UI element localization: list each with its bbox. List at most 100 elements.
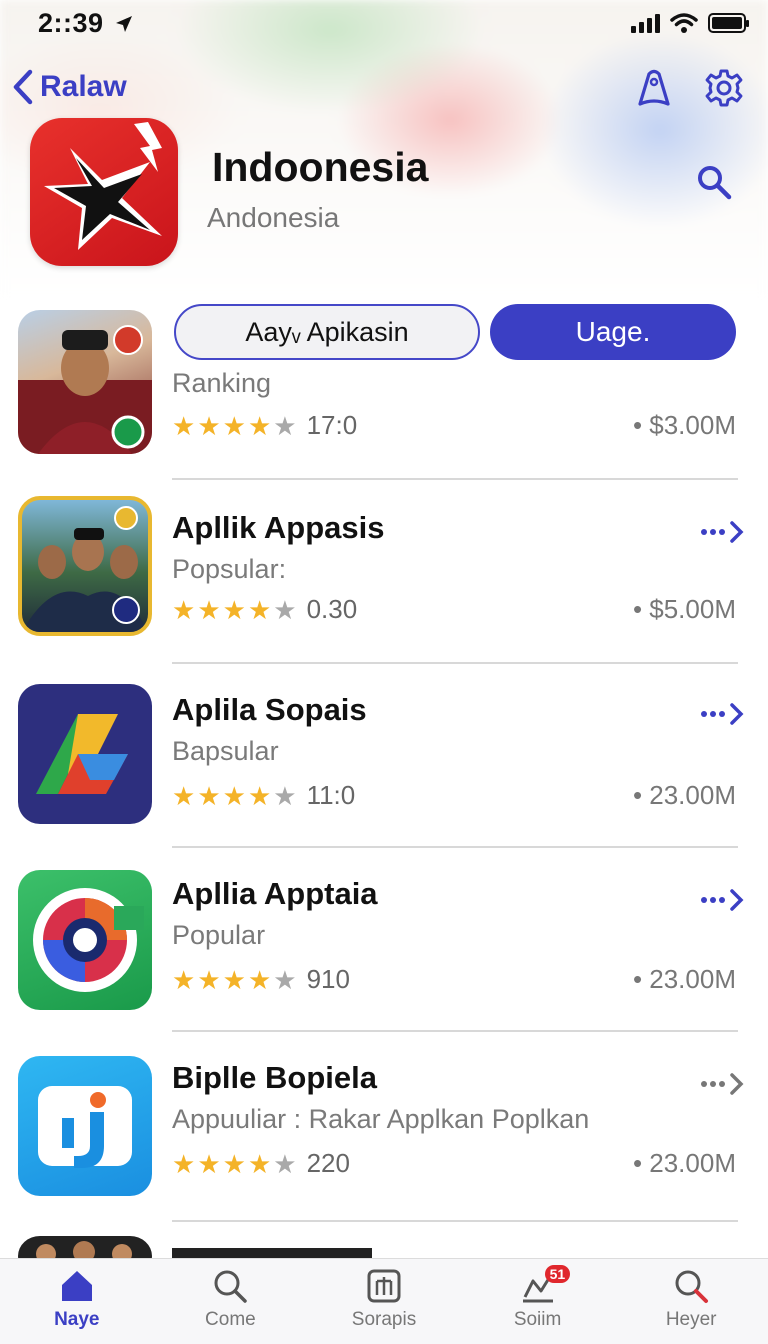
app-size: • 23.00M <box>632 1148 736 1178</box>
page-title: Indoonesia <box>212 144 429 190</box>
people-photo-icon <box>22 506 148 632</box>
app-icon[interactable] <box>18 870 152 1010</box>
tab-label: Soiim <box>513 1309 562 1330</box>
star-icon: ★ <box>222 594 246 625</box>
app-rating: ★ ★ ★ ★ ★ 11:0 <box>172 780 355 811</box>
account-button[interactable] <box>632 66 676 110</box>
star-icon: ★ <box>172 410 196 441</box>
app-rating: ★ ★ ★ ★ ★ 220 <box>172 1148 350 1179</box>
app-name: Apllia Apptaia <box>172 876 378 911</box>
chevron-right-icon <box>730 889 744 911</box>
app-size: • 23.00M <box>632 964 736 994</box>
notification-badge: 51 <box>544 1265 571 1283</box>
star-icon: ★ <box>273 780 297 811</box>
nav-actions <box>632 66 746 110</box>
person-photo-icon <box>18 325 152 454</box>
app-list: Aayᵥ Apikasin Uage. Ranking ★ ★ ★ ★ ★ 17… <box>0 300 768 1222</box>
star-icon: ★ <box>197 594 221 625</box>
star-icon: ★ <box>247 1148 272 1179</box>
list-item[interactable]: Apllik Appasis Popsular: ★ ★ ★ ★ ★ 0.30 … <box>0 480 768 664</box>
battery-icon <box>708 13 749 33</box>
search-icon <box>698 166 732 200</box>
list-item[interactable]: Aplila Sopais Bapsular ★ ★ ★ ★ ★ 11:0 • … <box>0 664 768 848</box>
person-icon <box>638 69 670 106</box>
rating-count: 11:0 <box>306 780 356 810</box>
chevron-left-icon <box>13 69 33 105</box>
star-icon: ★ <box>273 1148 297 1179</box>
tab-label: Sorapis <box>351 1309 417 1330</box>
get-app-filled-button[interactable]: Uage. <box>490 304 736 360</box>
star-icon: ★ <box>247 780 272 811</box>
app-rating: ★ ★ ★ ★ ★ 910 <box>172 964 350 995</box>
tab-bar: Naye Come Sorapis 51 Soiim Heyer <box>0 1258 768 1344</box>
star-icon: ★ <box>172 964 196 995</box>
chevron-right-icon <box>730 521 744 543</box>
star-icon: ★ <box>222 964 246 995</box>
app-size: • $3.00M <box>632 410 736 440</box>
star-icon: ★ <box>197 1148 221 1179</box>
search-icon <box>675 1270 709 1303</box>
header-search-button[interactable] <box>692 160 736 204</box>
list-item-featured[interactable]: Aayᵥ Apikasin Uage. Ranking ★ ★ ★ ★ ★ 17… <box>0 300 768 480</box>
app-size: • $5.00M <box>632 594 736 624</box>
tab-label: Come <box>205 1309 256 1330</box>
star-icon: ★ <box>172 780 196 811</box>
tab-soiim[interactable]: 51 Soiim <box>463 1259 613 1344</box>
more-button[interactable] <box>701 888 744 912</box>
more-button[interactable] <box>701 1072 744 1096</box>
rating-count: 910 <box>306 964 350 994</box>
tab-sorapis[interactable]: Sorapis <box>309 1259 459 1344</box>
location-arrow-icon <box>116 16 132 32</box>
star-icon: ★ <box>222 410 246 441</box>
star-icon: ★ <box>172 1148 196 1179</box>
app-name: Biplle Bopiela <box>172 1060 377 1095</box>
star-icon: ★ <box>247 410 272 441</box>
app-category: Bapsular <box>172 736 279 766</box>
tab-naye[interactable]: Naye <box>2 1259 152 1344</box>
app-rating: ★ ★ ★ ★ ★ 0.30 <box>172 594 357 625</box>
app-name: Apllik Appasis <box>172 510 385 545</box>
star-icon: ★ <box>247 594 272 625</box>
star-icon: ★ <box>197 410 221 441</box>
star-icon: ★ <box>247 964 272 995</box>
list-item[interactable]: Biplle Bopiela Appuuliar : Rakar Applkan… <box>0 1032 768 1222</box>
letter-logo-icon <box>38 1086 132 1168</box>
app-icon[interactable] <box>18 496 152 636</box>
app-category: Ranking <box>172 368 272 398</box>
app-category: Popular <box>172 920 266 950</box>
app-icon[interactable] <box>18 684 152 824</box>
partial-row-graphics <box>18 1236 372 1260</box>
more-button[interactable] <box>701 520 744 544</box>
app-rating: ★ ★ ★ ★ ★ 17:0 <box>172 410 357 441</box>
app-icon[interactable] <box>18 1056 152 1196</box>
app-store-page: 2::39 Ralaw Indoonesia Andonesia Aayᵥ Ap… <box>0 0 768 1344</box>
wifi-icon <box>670 13 698 33</box>
star-icon: ★ <box>273 410 297 441</box>
status-indicators <box>631 12 749 34</box>
settings-button[interactable] <box>702 66 746 110</box>
featured-app-icon[interactable] <box>30 118 178 266</box>
star-icon: ★ <box>222 1148 246 1179</box>
chevron-right-icon <box>730 703 744 725</box>
rating-count: 0.30 <box>306 594 358 624</box>
back-button[interactable]: Ralaw <box>10 68 127 106</box>
app-icon[interactable] <box>18 310 152 454</box>
home-icon <box>61 1271 92 1301</box>
apps-icon <box>367 1269 401 1303</box>
tab-come[interactable]: Come <box>155 1259 305 1344</box>
rating-count: 220 <box>306 1148 350 1178</box>
app-category: Appuuliar : Rakar Applkan Poplkan <box>172 1104 590 1134</box>
app-size: • 23.00M <box>632 780 736 810</box>
page-subtitle: Andonesia <box>207 202 340 233</box>
star-icon: ★ <box>273 964 297 995</box>
star-logo-icon <box>44 122 162 250</box>
list-item[interactable]: Apllia Apptaia Popular ★ ★ ★ ★ ★ 910 • 2… <box>0 848 768 1032</box>
star-icon: ★ <box>197 780 221 811</box>
more-button[interactable] <box>701 702 744 726</box>
tab-heyer[interactable]: Heyer <box>616 1259 766 1344</box>
star-icon: ★ <box>172 594 196 625</box>
search-icon <box>214 1270 248 1303</box>
camera-lens-icon <box>33 888 144 992</box>
get-app-outline-button[interactable]: Aayᵥ Apikasin <box>174 304 480 360</box>
list-item-partial[interactable] <box>0 1220 768 1260</box>
